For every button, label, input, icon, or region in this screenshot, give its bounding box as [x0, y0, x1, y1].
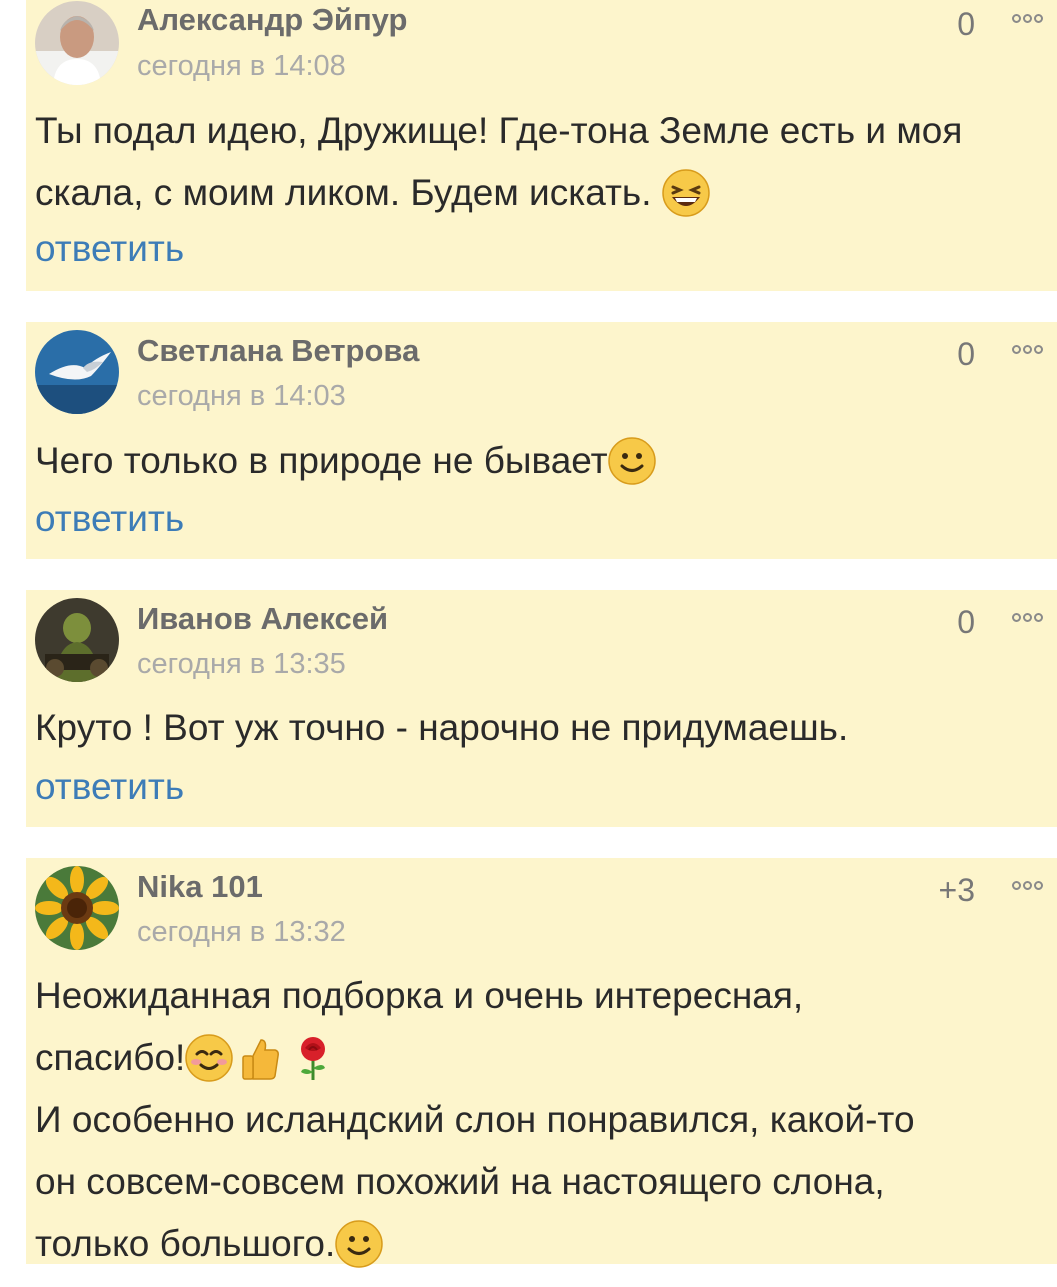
comment-line: Неожиданная подборка и очень интересная,	[35, 975, 804, 1016]
comment-text: Неожиданная подборка и очень интересная,…	[35, 965, 1051, 1275]
avatar[interactable]	[35, 598, 119, 682]
avatar[interactable]	[35, 866, 119, 950]
comment-card: Иванов Алексей сегодня в 13:35 0 Круто !…	[26, 590, 1057, 827]
smile-emoji-icon	[335, 1220, 383, 1268]
smile-emoji-icon	[607, 437, 656, 485]
comment-card: Светлана Ветрова сегодня в 14:03 0 Чего …	[26, 322, 1057, 559]
comment-line: И особенно исландский слон понравился, к…	[35, 1099, 915, 1140]
comment-line: спасибо!	[35, 1027, 1051, 1089]
timestamp: сегодня в 14:03	[137, 380, 346, 412]
rose-icon	[289, 1034, 337, 1082]
rating-value: +3	[938, 872, 975, 908]
laughing-emoji-icon	[662, 169, 710, 217]
reply-link[interactable]: ответить	[35, 766, 184, 808]
timestamp: сегодня в 13:35	[137, 648, 346, 680]
rating-value: 0	[957, 604, 975, 640]
comment-text: Ты подал идею, Дружище! Где-тона Земле е…	[35, 100, 1051, 224]
more-options-icon[interactable]	[1012, 613, 1043, 622]
more-options-icon[interactable]	[1012, 881, 1043, 890]
author-name[interactable]: Иванов Алексей	[137, 601, 388, 637]
more-options-icon[interactable]	[1012, 345, 1043, 354]
avatar[interactable]	[35, 330, 119, 414]
timestamp: сегодня в 13:32	[137, 916, 346, 948]
author-name[interactable]: Светлана Ветрова	[137, 333, 419, 369]
more-options-icon[interactable]	[1012, 14, 1043, 23]
author-name[interactable]: Nika 101	[137, 869, 263, 905]
avatar[interactable]	[35, 1, 119, 85]
comment-text: Круто ! Вот уж точно - нарочно не придум…	[35, 707, 849, 748]
comment-line: он совсем-совсем похожий на настоящего с…	[35, 1161, 885, 1202]
reply-link[interactable]: ответить	[35, 228, 184, 270]
thumbs-up-icon	[237, 1034, 285, 1082]
timestamp: сегодня в 14:08	[137, 50, 346, 82]
reply-link[interactable]: ответить	[35, 498, 184, 540]
comment-line: только большого.	[35, 1213, 1051, 1275]
rating-value: 0	[957, 336, 975, 372]
comment-text: Чего только в природе не бывает	[35, 430, 1051, 492]
rating-value: 0	[957, 6, 975, 42]
blush-emoji-icon	[185, 1034, 234, 1082]
comment-card: Александр Эйпур сегодня в 14:08 0 Ты под…	[26, 0, 1057, 291]
comment-card: Nika 101 сегодня в 13:32 +3 Неожиданная …	[26, 858, 1057, 1268]
author-name[interactable]: Александр Эйпур	[137, 2, 407, 38]
